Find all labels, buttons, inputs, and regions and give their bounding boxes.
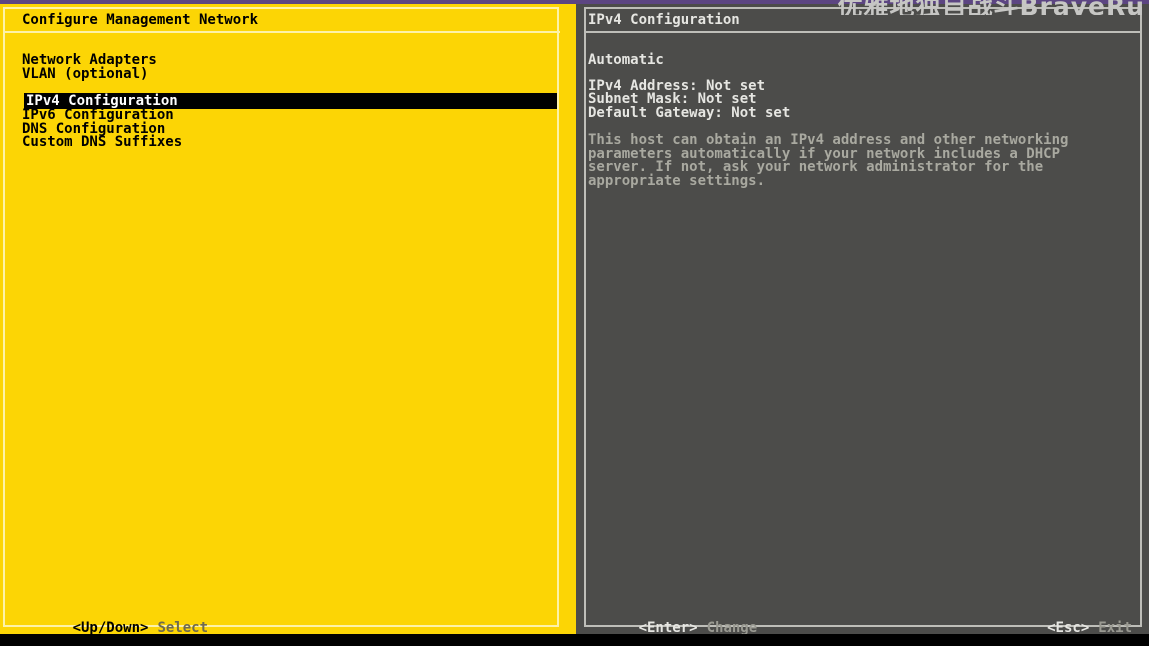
watermark: 优雅地独自战斗BraveRu — [837, 0, 1145, 15]
menu-title-rule — [3, 31, 560, 33]
ipv4-mode-value: Automatic — [588, 52, 664, 68]
detail-pane-title: IPv4 Configuration — [588, 12, 740, 28]
watermark-text: 优雅地独自战斗BraveRu — [837, 0, 1145, 15]
menu-list: Network Adapters VLAN (optional) IPv4 Co… — [0, 53, 576, 150]
detail-title-rule — [584, 31, 1142, 33]
menu-item-vlan[interactable]: VLAN (optional) — [0, 67, 576, 82]
default-gateway-field: Default Gateway: Not set — [588, 104, 791, 121]
menu-item-custom-dns-suffixes[interactable]: Custom DNS Suffixes — [0, 135, 576, 150]
status-bar: VMware ESXi 7.0.1 (VMKernel Release Buil… — [0, 634, 1149, 646]
detail-content: Automatic IPv4 Address: Not set Subnet M… — [588, 52, 1136, 189]
description-line: appropriate settings. — [588, 172, 766, 189]
menu-gap — [0, 81, 576, 93]
menu-pane: Configure Management Network Network Ada… — [0, 4, 576, 636]
detail-pane: IPv4 Configuration Automatic IPv4 Addres… — [576, 4, 1149, 636]
dcui-screen: Configure Management Network Network Ada… — [0, 0, 1149, 646]
menu-pane-title: Configure Management Network — [22, 12, 259, 28]
